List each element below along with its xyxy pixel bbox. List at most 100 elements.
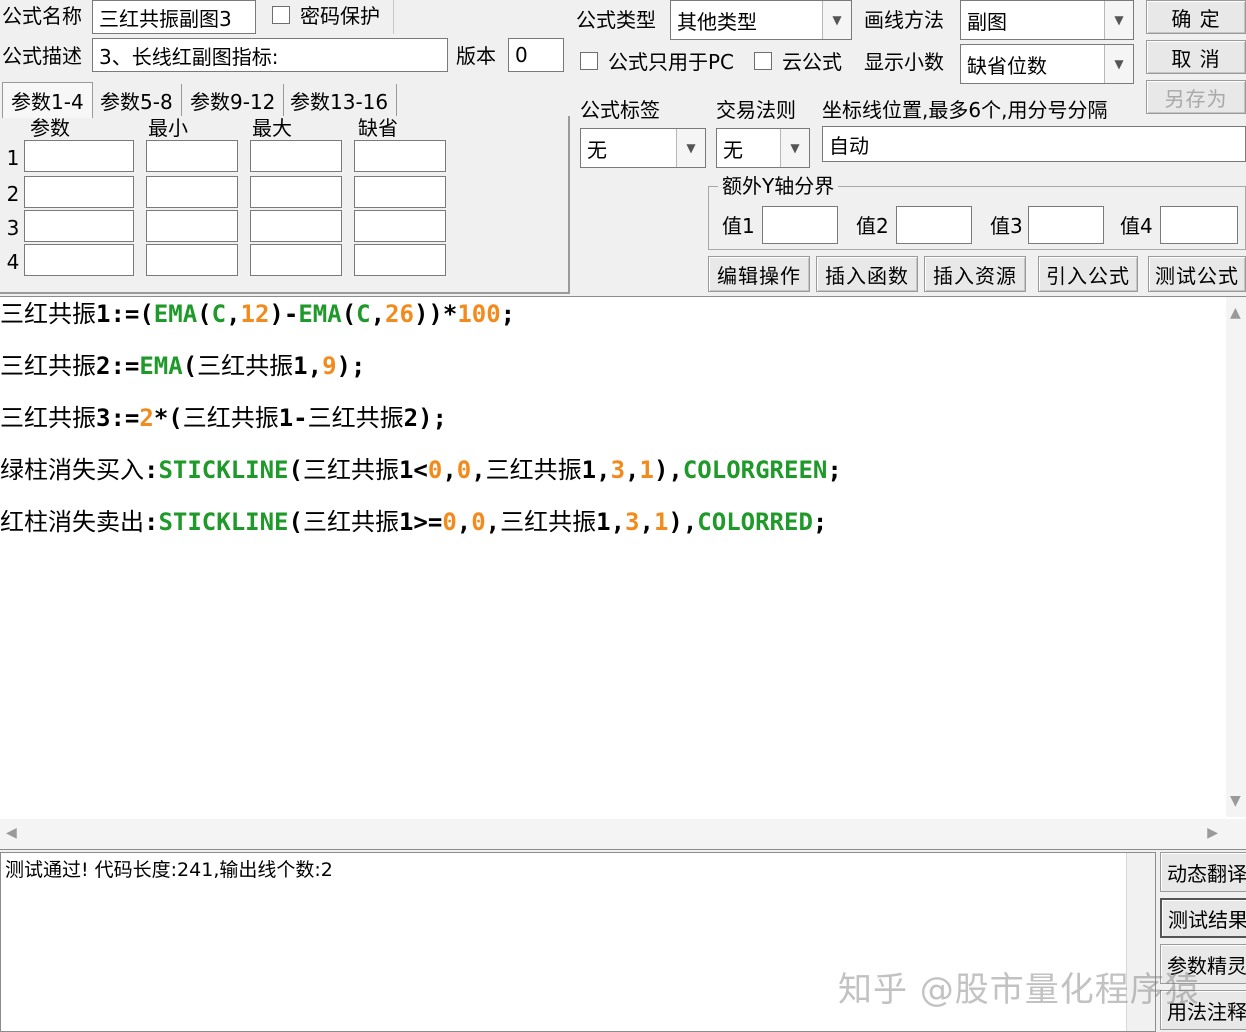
code-editor[interactable]: 三红共振1:=(EMA(C,12)-EMA(C,26))*100; 三红共振2:=…: [0, 296, 1246, 850]
formula-type-select[interactable]: 其他类型 ▼: [670, 0, 852, 40]
code-token: 1:=(: [96, 300, 154, 328]
code-token: EMA: [153, 300, 198, 328]
code-token: (: [197, 300, 212, 328]
code-token: 12: [240, 300, 270, 328]
param-2-max-input[interactable]: [250, 176, 342, 208]
param-1-min-input[interactable]: [146, 140, 238, 172]
output-message: 测试通过! 代码长度:241,输出线个数:2: [5, 859, 333, 881]
formula-tag-value: 无: [587, 137, 607, 162]
edit-ops-button[interactable]: 编辑操作: [708, 256, 810, 292]
formula-type-label: 公式类型: [576, 8, 656, 32]
param-3-name-input[interactable]: [24, 210, 134, 242]
dynamic-translate-button[interactable]: 动态翻译: [1160, 852, 1246, 892]
param-2-min-input[interactable]: [146, 176, 238, 208]
param-header-max: 最大: [252, 116, 292, 140]
scroll-right-arrow-icon[interactable]: ▶: [1207, 825, 1218, 841]
param-2-name-input[interactable]: [24, 176, 134, 208]
scroll-down-arrow-icon[interactable]: ▼: [1230, 793, 1241, 809]
insert-function-button[interactable]: 插入函数: [816, 256, 918, 292]
tab-params-5-8[interactable]: 参数5-8: [92, 84, 182, 116]
param-2-default-input[interactable]: [354, 176, 446, 208]
test-formula-button[interactable]: 测试公式: [1148, 256, 1246, 292]
param-4-default-input[interactable]: [354, 244, 446, 276]
scroll-up-arrow-icon[interactable]: ▲: [1230, 305, 1241, 321]
param-3-min-input[interactable]: [146, 210, 238, 242]
param-header-name: 参数: [30, 116, 70, 140]
code-token: (: [341, 300, 357, 328]
code-token: ))*: [413, 300, 458, 328]
param-row-number: 3: [6, 216, 20, 240]
cancel-button[interactable]: 取 消: [1146, 40, 1246, 74]
param-3-default-input[interactable]: [354, 210, 446, 242]
param-header-default: 缺省: [358, 116, 398, 140]
y-value-3-label: 值3: [990, 214, 1023, 238]
formula-type-value: 其他类型: [677, 9, 757, 34]
code-token: ),: [668, 508, 698, 536]
chevron-down-icon[interactable]: ▼: [676, 129, 705, 167]
code-token: 26: [385, 300, 414, 328]
code-token: (: [288, 508, 303, 536]
password-group-border: [262, 0, 394, 34]
y-value-2-label: 值2: [856, 214, 889, 238]
code-token: (: [288, 456, 303, 484]
tab-params-9-12[interactable]: 参数9-12: [182, 84, 285, 116]
horizontal-scrollbar[interactable]: ◀ ▶: [0, 819, 1246, 849]
import-formula-button[interactable]: 引入公式: [1038, 256, 1138, 292]
insert-resource-button[interactable]: 插入资源: [924, 256, 1026, 292]
coord-line-input[interactable]: 自动: [822, 126, 1246, 162]
pc-only-checkbox[interactable]: [580, 52, 598, 70]
chevron-down-icon[interactable]: ▼: [822, 1, 851, 39]
ok-button[interactable]: 确 定: [1146, 0, 1246, 34]
chevron-down-icon[interactable]: ▼: [1104, 1, 1133, 39]
formula-desc-input[interactable]: 3、长线红副图指标:: [92, 38, 448, 72]
tab-params-1-4[interactable]: 参数1-4: [2, 82, 93, 118]
y-value-4-input[interactable]: [1160, 206, 1238, 244]
decimal-value: 缺省位数: [967, 53, 1047, 78]
formula-tag-label: 公式标签: [580, 98, 660, 122]
code-token: ,: [442, 456, 457, 484]
y-value-2-input[interactable]: [896, 206, 972, 244]
formula-tag-select[interactable]: 无 ▼: [580, 128, 706, 168]
chevron-down-icon[interactable]: ▼: [1104, 45, 1133, 83]
version-input[interactable]: 0: [508, 38, 564, 72]
param-row-number: 2: [6, 182, 20, 206]
cloud-formula-checkbox[interactable]: [754, 52, 772, 70]
param-4-name-input[interactable]: [24, 244, 134, 276]
scroll-left-arrow-icon[interactable]: ◀: [6, 825, 17, 841]
code-token: 0: [456, 456, 472, 484]
test-result-button[interactable]: 测试结果: [1160, 898, 1246, 938]
y-value-1-input[interactable]: [762, 206, 838, 244]
param-4-max-input[interactable]: [250, 244, 342, 276]
trade-rule-select[interactable]: 无 ▼: [716, 128, 810, 168]
param-1-max-input[interactable]: [250, 140, 342, 172]
code-token: ,: [370, 300, 386, 328]
code-token: 三红共振: [485, 456, 582, 484]
param-4-min-input[interactable]: [146, 244, 238, 276]
code-token: 1>=: [398, 508, 443, 536]
trade-rule-value: 无: [723, 137, 743, 162]
code-token: 1<: [398, 456, 428, 484]
code-token: 1: [653, 508, 669, 536]
decimal-select[interactable]: 缺省位数 ▼: [960, 44, 1134, 84]
param-3-max-input[interactable]: [250, 210, 342, 242]
code-line[interactable]: 绿柱消失买入:STICKLINE(三红共振1<0,0,三红共振1,3,1),CO…: [0, 455, 842, 485]
code-line[interactable]: 三红共振3:=2*(三红共振1-三红共振2);: [0, 403, 447, 433]
code-token: )-: [269, 300, 299, 328]
code-line[interactable]: 三红共振1:=(EMA(C,12)-EMA(C,26))*100;: [0, 299, 515, 329]
vertical-scrollbar[interactable]: ▲ ▼: [1226, 297, 1246, 817]
tab-params-13-16[interactable]: 参数13-16: [282, 84, 398, 116]
code-line[interactable]: 三红共振2:=EMA(三红共振1,9);: [0, 351, 365, 381]
y-value-3-input[interactable]: [1028, 206, 1104, 244]
code-token: 2);: [403, 404, 447, 432]
draw-method-select[interactable]: 副图 ▼: [960, 0, 1134, 40]
formula-name-input[interactable]: 三红共振副图3: [92, 0, 256, 34]
code-token: EMA: [139, 352, 183, 380]
code-line[interactable]: 红柱消失卖出:STICKLINE(三红共振1>=0,0,三红共振1,3,1),C…: [0, 507, 827, 537]
code-token: 0: [427, 456, 443, 484]
param-1-name-input[interactable]: [24, 140, 134, 172]
code-token: 三红共振: [182, 404, 279, 432]
chevron-down-icon[interactable]: ▼: [780, 129, 809, 167]
param-1-default-input[interactable]: [354, 140, 446, 172]
param-header-min: 最小: [148, 116, 188, 140]
pc-only-label: 公式只用于PC: [608, 50, 735, 74]
